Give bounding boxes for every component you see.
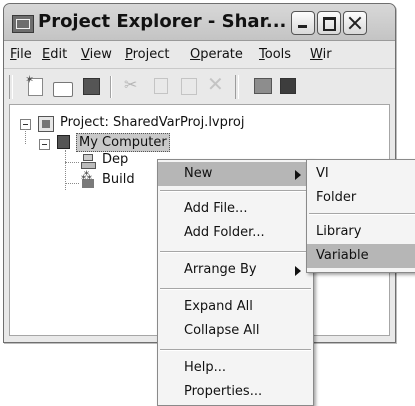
menu-separator: [160, 349, 311, 351]
submenu-arrow-icon: [295, 266, 301, 276]
build-icon[interactable]: [254, 78, 272, 94]
menu-separator: [160, 251, 311, 253]
menu-tools[interactable]: Tools: [259, 47, 291, 62]
toolbar-separator: [110, 76, 112, 98]
project-icon: [38, 116, 54, 132]
menu-item-collapse-all[interactable]: Collapse All: [158, 319, 313, 343]
menu-separator: [160, 190, 311, 192]
tree-item-build-specifications[interactable]: Build: [102, 172, 135, 187]
cut-icon[interactable]: ✂: [124, 75, 142, 94]
deploy-icon[interactable]: [280, 78, 296, 94]
dependencies-icon: [81, 154, 96, 169]
submenu-item-library[interactable]: Library: [307, 220, 415, 244]
menu-edit[interactable]: Edit: [42, 47, 67, 62]
computer-icon: [57, 135, 70, 149]
tree-line: [25, 129, 26, 144]
labview-app-icon: [12, 15, 34, 33]
menu-item-expand-all[interactable]: Expand All: [158, 295, 313, 319]
menu-project[interactable]: Project: [125, 47, 170, 62]
toolbar-grip-2[interactable]: [235, 75, 239, 99]
toolbar-grip[interactable]: [9, 75, 13, 99]
delete-icon[interactable]: ✕: [207, 72, 225, 96]
maximize-button[interactable]: [317, 11, 341, 35]
context-menu: New Add File... Add Folder... Arrange By…: [157, 159, 314, 406]
save-all-icon[interactable]: [83, 78, 100, 95]
tree-line: [65, 183, 79, 184]
tree-item-project[interactable]: Project: SharedVarProj.lvproj: [60, 115, 245, 130]
menu-item-new-label: New: [184, 166, 213, 181]
close-button[interactable]: [343, 11, 367, 35]
build-specifications-icon: [81, 169, 95, 189]
menu-item-add-folder[interactable]: Add Folder...: [158, 221, 313, 245]
minimize-button[interactable]: [291, 11, 315, 35]
menu-separator: [160, 288, 311, 290]
submenu-item-vi[interactable]: VI: [307, 162, 415, 186]
copy-icon[interactable]: [154, 78, 168, 94]
paste-icon[interactable]: [181, 78, 197, 95]
window-title: Project Explorer - Shar...: [38, 11, 287, 32]
tree-line: [65, 162, 79, 163]
menu-item-add-file[interactable]: Add File...: [158, 197, 313, 221]
menu-item-arrange-by-label: Arrange By: [184, 262, 257, 277]
toolbar: ✂ ✕: [4, 68, 395, 105]
menu-file[interactable]: File: [10, 47, 32, 62]
submenu-item-variable[interactable]: Variable: [307, 244, 415, 268]
menu-view[interactable]: View: [81, 47, 112, 62]
menu-bar: File Edit View Project Operate Tools Wir: [4, 42, 395, 68]
open-icon[interactable]: [53, 82, 73, 97]
menu-operate[interactable]: Operate: [190, 47, 243, 62]
menu-item-help[interactable]: Help...: [158, 356, 313, 380]
collapse-computer-icon[interactable]: [39, 139, 50, 150]
menu-item-properties[interactable]: Properties...: [158, 380, 313, 404]
tree-item-my-computer[interactable]: My Computer: [76, 133, 170, 152]
tree-line: [65, 150, 66, 190]
menu-item-arrange-by[interactable]: Arrange By: [158, 258, 313, 282]
new-submenu: VI Folder Library Variable: [306, 159, 415, 273]
submenu-arrow-icon: [295, 170, 301, 180]
tree-item-dependencies[interactable]: Dep: [102, 152, 128, 167]
menu-separator: [309, 213, 415, 215]
new-icon[interactable]: [25, 73, 43, 96]
menu-item-new[interactable]: New: [158, 162, 313, 186]
title-bar[interactable]: Project Explorer - Shar...: [4, 4, 395, 41]
submenu-item-folder[interactable]: Folder: [307, 186, 415, 210]
menu-window[interactable]: Wir: [310, 47, 332, 62]
